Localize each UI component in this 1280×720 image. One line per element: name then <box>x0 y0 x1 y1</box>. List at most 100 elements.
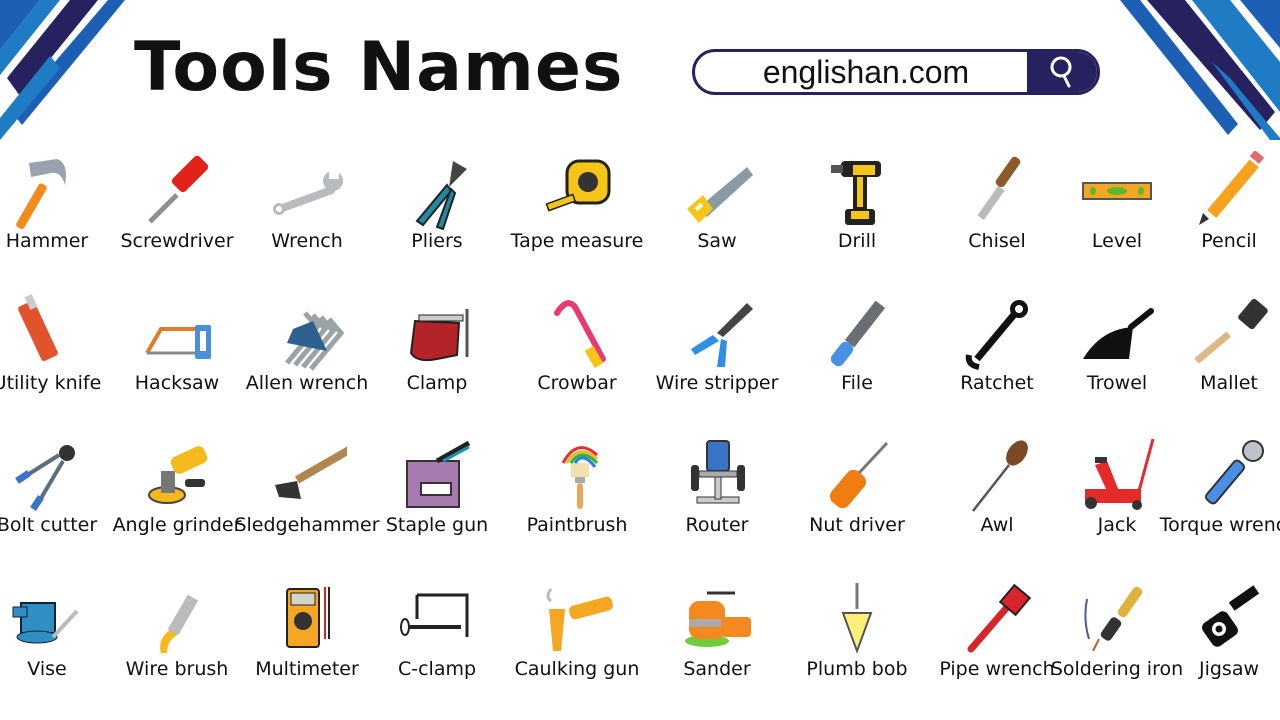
tool-card: Saw <box>647 145 787 287</box>
tool-label: Torque wrench <box>1159 514 1280 536</box>
tool-card: Ratchet <box>927 287 1067 429</box>
crowbar-icon <box>554 300 606 369</box>
corner-stripes-right <box>1120 0 1280 140</box>
tool-card: C-clamp <box>367 573 507 715</box>
tool-card: Nut driver <box>787 429 927 571</box>
file-tool-icon <box>830 300 886 367</box>
wrench-icon <box>273 169 343 215</box>
paintbrush-icon <box>561 446 599 509</box>
page-title: Tools Names <box>134 28 624 107</box>
tool-label: Plumb bob <box>806 658 908 680</box>
hacksaw-icon <box>145 325 211 359</box>
bolt-cutter-icon <box>15 445 75 511</box>
tool-card: Staple gun <box>367 429 507 571</box>
tool-card: Multimeter <box>237 573 377 715</box>
tool-label: Paintbrush <box>526 514 628 536</box>
tool-card: Screwdriver <box>107 145 247 287</box>
angle-grinder-icon <box>148 446 208 504</box>
pipe-wrench-icon <box>967 583 1032 653</box>
search-text[interactable]: englishan.com <box>695 52 1027 92</box>
multimeter-icon <box>286 587 330 648</box>
level-icon <box>1082 182 1152 200</box>
tools-row: Bolt cutter Angle grinder Sledgehammer Stap… <box>0 429 1280 571</box>
jack-icon <box>1085 438 1155 510</box>
ratchet-icon <box>965 300 1028 370</box>
tool-label: Mallet <box>1200 372 1258 394</box>
tools-row: Utility knife Hacksaw Allen wrench Clamp Cro… <box>0 287 1280 429</box>
tool-label: File <box>841 372 873 394</box>
tool-card: Plumb bob <box>787 573 927 715</box>
awl-icon <box>972 440 1028 512</box>
c-clamp-icon <box>400 593 469 637</box>
tool-card: Router <box>647 429 787 571</box>
tools-row: Hammer Screwdriver Wrench Pliers Tape measur… <box>0 145 1280 287</box>
screwdriver-icon <box>148 155 209 224</box>
tape-measure-icon <box>545 159 611 212</box>
tool-card: Wrench <box>237 145 377 287</box>
clamp-icon <box>409 309 469 362</box>
tool-label: Nut driver <box>809 514 905 536</box>
drill-icon <box>831 161 881 225</box>
utility-knife-icon <box>18 293 58 362</box>
tool-card: Drill <box>787 145 927 287</box>
mallet-icon <box>1194 298 1268 364</box>
plumb-bob-icon <box>841 583 873 654</box>
saw-icon <box>687 167 753 223</box>
staple-gun-icon <box>406 440 471 508</box>
soldering-iron-icon <box>1084 586 1143 652</box>
wire-stripper-icon <box>691 303 753 367</box>
tool-card: File <box>787 287 927 429</box>
tool-label: Clamp <box>406 372 468 394</box>
tool-card: Angle grinder <box>107 429 247 571</box>
hammer-icon <box>16 159 66 230</box>
caulking-gun-icon <box>546 588 613 651</box>
pliers-icon <box>415 161 467 231</box>
router-icon <box>691 440 745 504</box>
tool-label: C-clamp <box>397 658 477 680</box>
jigsaw-icon <box>1202 585 1260 647</box>
search-button[interactable] <box>1027 52 1097 92</box>
tool-label: Drill <box>837 230 877 252</box>
tool-label: Caulking gun <box>514 658 640 680</box>
tool-card: Caulking gun <box>507 573 647 715</box>
sledgehammer-icon <box>275 446 347 499</box>
tool-card: Pipe wrench <box>927 573 1067 715</box>
tool-card: Pliers <box>367 145 507 287</box>
tool-card: Awl <box>927 429 1067 571</box>
tool-label: Pencil <box>1201 230 1257 252</box>
vise-icon <box>12 602 79 644</box>
tool-label: Sander <box>683 658 751 680</box>
tool-card: Vise <box>0 573 117 715</box>
tool-card: Wire stripper <box>647 287 787 429</box>
tool-card: Hammer <box>0 145 117 287</box>
tool-card: Bolt cutter <box>0 429 117 571</box>
tool-label: Wire stripper <box>655 372 779 394</box>
tool-card: Mallet <box>1159 287 1280 429</box>
trowel-icon <box>1083 308 1154 359</box>
chisel-icon <box>977 156 1021 221</box>
tool-label: Tape measure <box>510 230 644 252</box>
tool-card: Wire brush <box>107 573 247 715</box>
tool-card: Torque wrench <box>1159 429 1280 571</box>
tool-card: Jigsaw <box>1159 573 1280 715</box>
torque-wrench-icon <box>1204 440 1264 505</box>
tool-label: Pliers <box>411 230 463 252</box>
tool-card: Chisel <box>927 145 1067 287</box>
magnifier-icon <box>1050 56 1072 88</box>
tool-label: Saw <box>697 230 737 252</box>
tool-card: Paintbrush <box>507 429 647 571</box>
allen-wrench-icon <box>285 311 345 371</box>
nut-driver-icon <box>829 441 889 509</box>
pencil-icon <box>1199 151 1265 225</box>
tool-card: Sander <box>647 573 787 715</box>
tool-card: Tape measure <box>507 145 647 287</box>
tool-card: Sledgehammer <box>234 429 380 571</box>
tool-label: Router <box>685 514 749 536</box>
tool-card: Hacksaw <box>107 287 247 429</box>
tool-card: Utility knife <box>0 287 117 429</box>
tool-card: Crowbar <box>507 287 647 429</box>
search-bar[interactable]: englishan.com <box>692 49 1100 95</box>
tool-card: Pencil <box>1159 145 1280 287</box>
tool-label: Staple gun <box>385 514 489 536</box>
tool-card: Allen wrench <box>237 287 377 429</box>
